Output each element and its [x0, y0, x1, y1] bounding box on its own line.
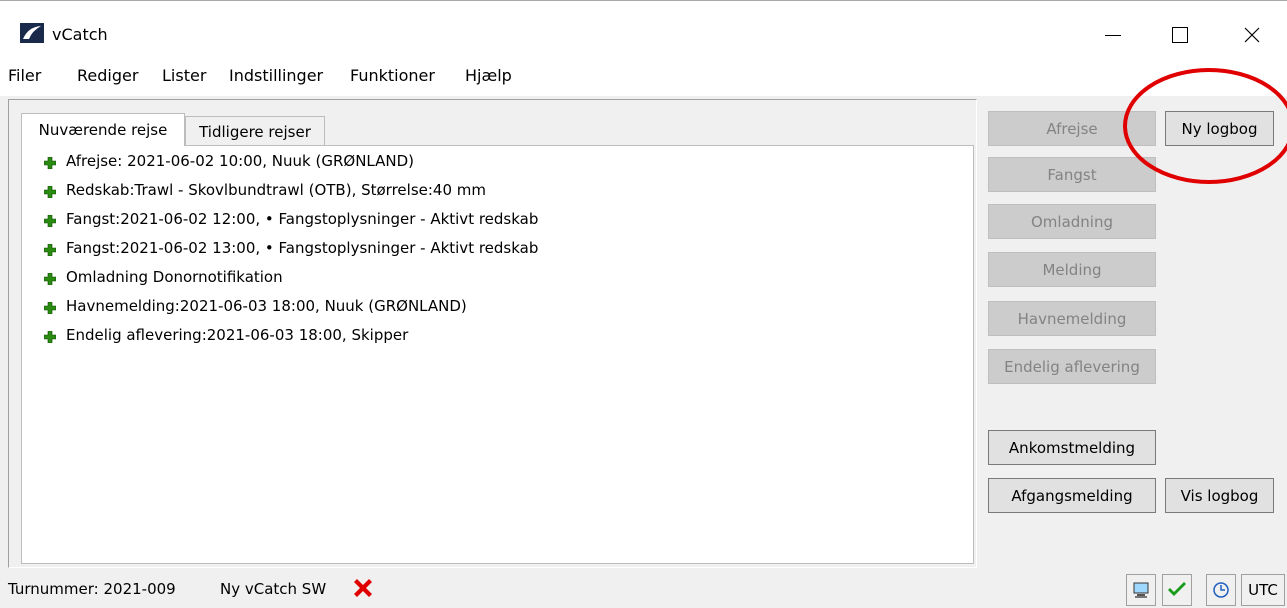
list-item[interactable]: Afrejse: 2021-06-02 10:00, Nuuk (GRØNLAN… — [43, 149, 415, 173]
close-button[interactable] — [1229, 15, 1275, 55]
menu-funktioner[interactable]: Funktioner — [350, 66, 435, 85]
expand-plus-icon[interactable] — [43, 155, 57, 170]
expand-plus-icon[interactable] — [43, 329, 57, 344]
expand-plus-icon[interactable] — [43, 184, 57, 199]
menu-lister[interactable]: Lister — [162, 66, 206, 85]
expand-plus-icon[interactable] — [43, 213, 57, 228]
close-icon — [1244, 27, 1260, 43]
afgangsmelding-button[interactable]: Afgangsmelding — [988, 478, 1156, 513]
menu-indstillinger[interactable]: Indstillinger — [229, 66, 323, 85]
fangst-button[interactable]: Fangst — [988, 157, 1156, 192]
checkmark-icon — [1168, 582, 1186, 596]
maximize-icon — [1172, 27, 1188, 43]
network-status[interactable] — [1126, 574, 1156, 606]
tab-nuvaerende-rejse[interactable]: Nuværende rejse — [21, 113, 185, 146]
maximize-button[interactable] — [1157, 15, 1203, 55]
window-title: vCatch — [52, 25, 108, 44]
omladning-button[interactable]: Omladning — [988, 204, 1156, 239]
ny-logbog-button[interactable]: Ny logbog — [1165, 111, 1274, 146]
check-status[interactable] — [1162, 574, 1192, 606]
menu-bar: Filer Rediger Lister Indstillinger Funkt… — [0, 58, 1287, 96]
list-item-label: Fangst:2021-06-02 12:00, • Fangstoplysni… — [66, 210, 539, 228]
menu-filer[interactable]: Filer — [8, 66, 41, 85]
list-item[interactable]: Endelig aflevering:2021-06-03 18:00, Ski… — [43, 323, 409, 347]
expand-plus-icon[interactable] — [43, 300, 57, 315]
expand-plus-icon[interactable] — [43, 242, 57, 257]
melding-button[interactable]: Melding — [988, 252, 1156, 287]
list-item[interactable]: Fangst:2021-06-02 12:00, • Fangstoplysni… — [43, 207, 539, 231]
computer-icon — [1133, 582, 1149, 598]
tab-tidligere-rejser[interactable]: Tidligere rejser — [185, 116, 325, 146]
error-x-icon — [351, 576, 375, 604]
minimize-icon — [1105, 34, 1121, 36]
clock-status[interactable] — [1206, 574, 1236, 606]
list-item-label: Afrejse: 2021-06-02 10:00, Nuuk (GRØNLAN… — [66, 152, 415, 170]
list-item[interactable]: Fangst:2021-06-02 13:00, • Fangstoplysni… — [43, 236, 539, 260]
list-item-label: Havnemelding:2021-06-03 18:00, Nuuk (GRØ… — [66, 297, 467, 315]
turnummer-label: Turnummer: 2021-009 — [8, 580, 176, 598]
ankomstmelding-button[interactable]: Ankomstmelding — [988, 430, 1156, 465]
vcatch-app-icon — [20, 23, 44, 43]
utc-indicator[interactable]: UTC — [1241, 574, 1285, 606]
list-item[interactable]: Redskab:Trawl - Skovlbundtrawl (OTB), St… — [43, 178, 486, 202]
list-item-label: Redskab:Trawl - Skovlbundtrawl (OTB), St… — [66, 181, 486, 199]
menu-hjaelp[interactable]: Hjælp — [465, 66, 512, 85]
clock-icon — [1213, 582, 1229, 598]
vis-logbog-button[interactable]: Vis logbog — [1165, 478, 1274, 513]
status-bar: Turnummer: 2021-009 Ny vCatch SW — [0, 568, 1287, 608]
havnemelding-button[interactable]: Havnemelding — [988, 301, 1156, 336]
afrejse-button[interactable]: Afrejse — [988, 111, 1156, 146]
expand-plus-icon[interactable] — [43, 271, 57, 286]
list-item[interactable]: Havnemelding:2021-06-03 18:00, Nuuk (GRØ… — [43, 294, 467, 318]
menu-rediger[interactable]: Rediger — [77, 66, 138, 85]
utc-label: UTC — [1248, 581, 1278, 599]
list-item-label: Endelig aflevering:2021-06-03 18:00, Ski… — [66, 326, 409, 344]
minimize-button[interactable] — [1090, 15, 1136, 55]
list-item-label: Fangst:2021-06-02 13:00, • Fangstoplysni… — [66, 239, 539, 257]
list-item-label: Omladning Donornotifikation — [66, 268, 283, 286]
version-label: Ny vCatch SW — [220, 580, 327, 598]
list-item[interactable]: Omladning Donornotifikation — [43, 265, 283, 289]
endelig-aflevering-button[interactable]: Endelig aflevering — [988, 349, 1156, 384]
title-bar: vCatch — [0, 0, 1287, 58]
